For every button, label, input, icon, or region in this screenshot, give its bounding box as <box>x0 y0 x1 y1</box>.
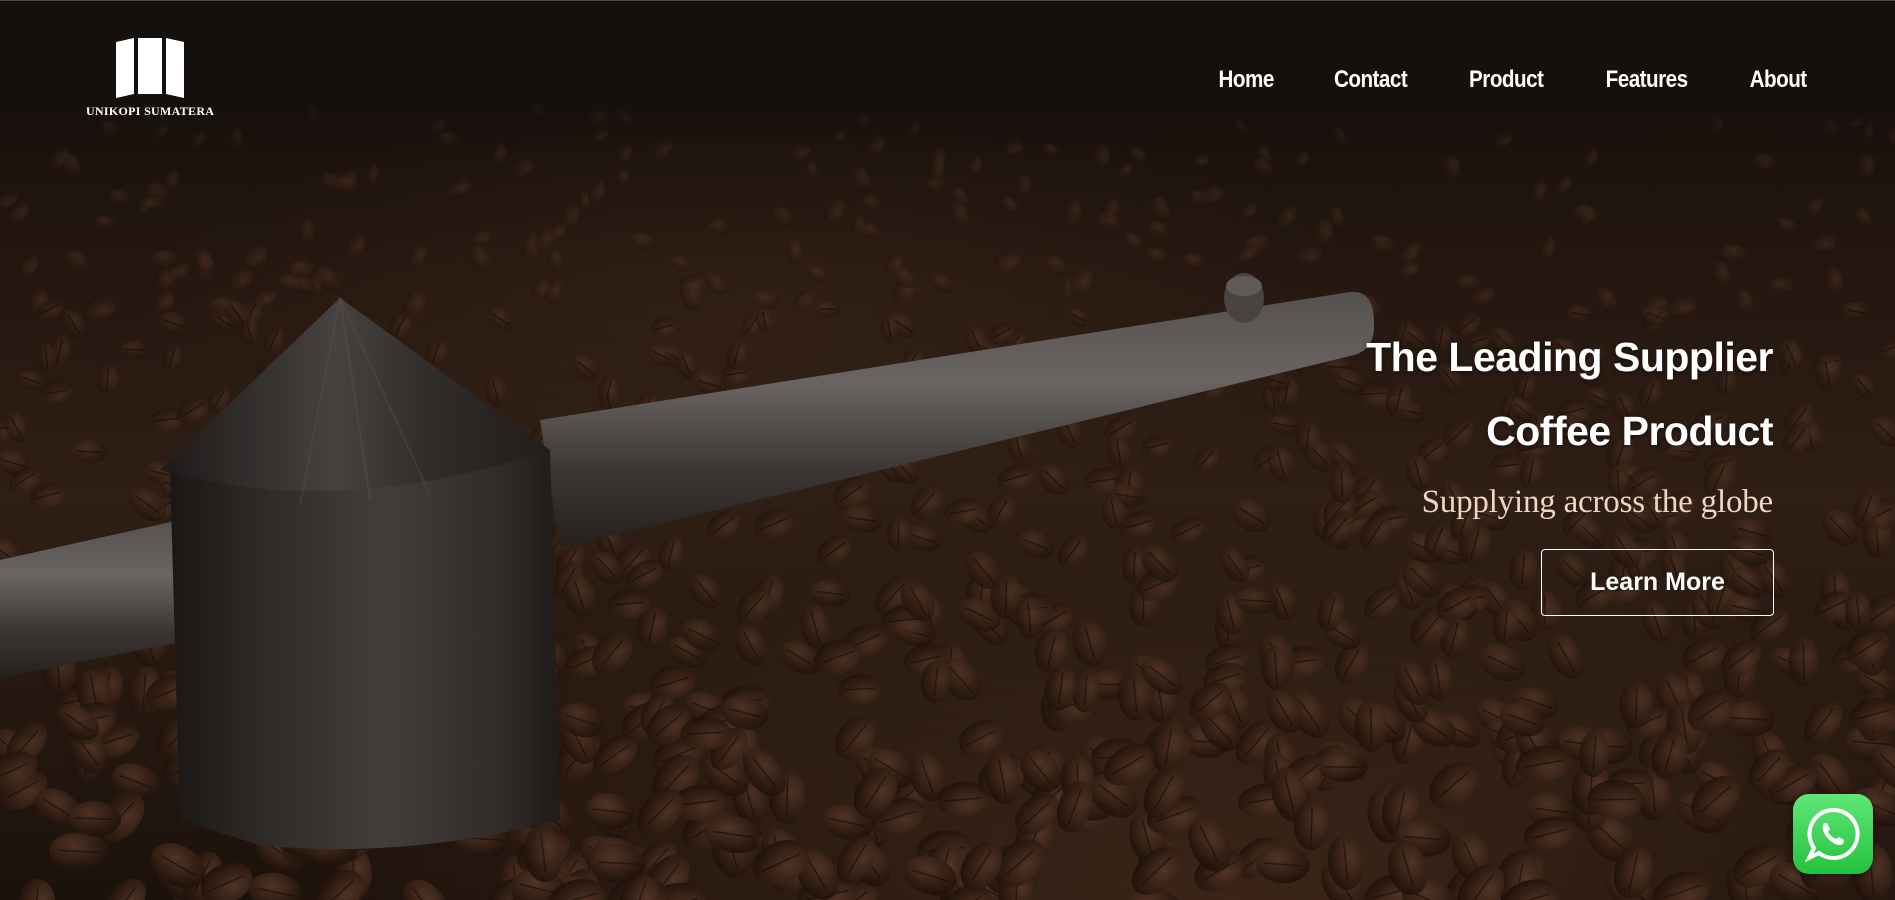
nav-home[interactable]: Home <box>1218 66 1274 94</box>
whatsapp-icon <box>1805 807 1860 862</box>
book-logo-icon <box>116 38 184 98</box>
brand-logo[interactable]: UNIKOPI SUMATERA <box>86 38 215 122</box>
nav-features[interactable]: Features <box>1606 66 1688 94</box>
hero-tagline: Supplying across the globe <box>1421 484 1774 520</box>
top-border <box>0 0 1895 1</box>
main-nav: Home Contact Product Features About <box>1214 66 1811 94</box>
whatsapp-button[interactable] <box>1793 794 1873 874</box>
nav-product[interactable]: Product <box>1469 66 1544 94</box>
brand-name: UNIKOPI SUMATERA <box>86 104 215 118</box>
nav-contact[interactable]: Contact <box>1334 66 1408 94</box>
headline-line-1: The Leading Supplier <box>1366 334 1773 380</box>
learn-more-button[interactable]: Learn More <box>1541 549 1774 616</box>
hero-headline: The Leading Supplier Coffee Product <box>1366 320 1773 468</box>
nav-about[interactable]: About <box>1749 66 1807 94</box>
headline-line-2: Coffee Product <box>1486 408 1773 454</box>
